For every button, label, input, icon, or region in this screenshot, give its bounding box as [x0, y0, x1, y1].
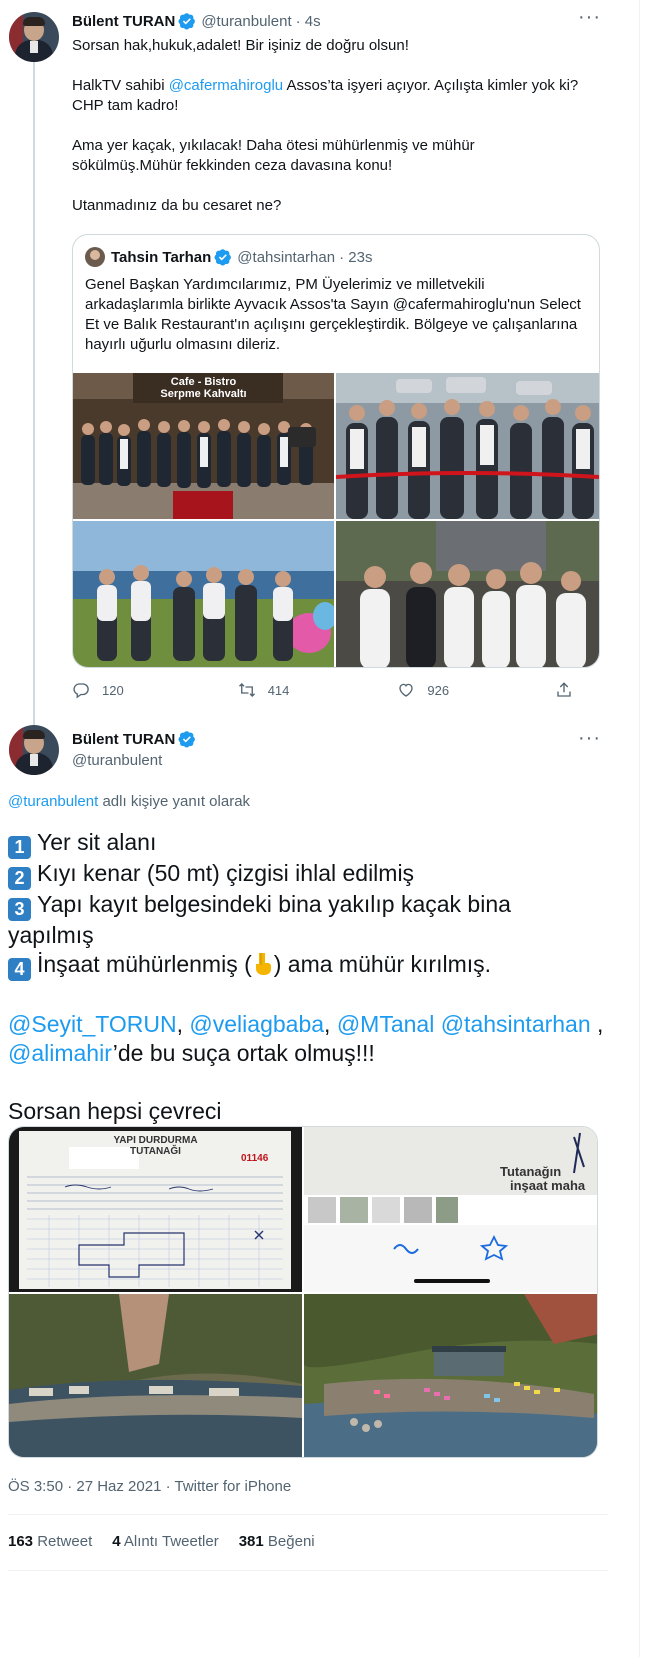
share-button[interactable]: [555, 681, 585, 699]
heart-icon: [399, 683, 414, 697]
thread-connector-line: [33, 62, 35, 758]
like-count: 926: [427, 682, 450, 698]
mention-link[interactable]: @MTanal: [337, 1011, 435, 1037]
divider: [8, 1514, 608, 1515]
author-name[interactable]: Bülent TURAN: [72, 13, 175, 30]
quote-tweets-stat[interactable]: 4 Alıntı Tweetler: [112, 1533, 218, 1550]
more-options-icon[interactable]: ···: [578, 6, 601, 29]
mention-link[interactable]: @cafermahiroglu: [169, 77, 283, 94]
mention-link[interactable]: @Seyit_TORUN: [8, 1011, 177, 1037]
quoted-tweet[interactable]: Tahsin Tarhan @tahsintarhan · 23s Genel …: [72, 234, 600, 668]
verified-badge-icon: [178, 13, 196, 30]
tweet-action-bar: 120 414 926: [72, 680, 571, 700]
retweet-icon: [238, 683, 255, 697]
like-button[interactable]: 926: [397, 681, 449, 699]
tweet-body: 1 Yer sit alanı 2 Kıyı kenar (50 mt) çizgi…: [8, 828, 628, 1126]
tweet-paragraph: Utanmadınız da bu cesaret ne?: [72, 197, 282, 214]
author-handle[interactable]: @turanbulent: [72, 752, 162, 769]
photo-aerial-beach-restaurant[interactable]: [304, 1294, 597, 1457]
quoted-author-handle: @tahsintarhan: [237, 248, 336, 266]
document-number: 01146: [241, 1153, 269, 1164]
retweet-button[interactable]: 414: [238, 681, 290, 699]
quoted-tweet-time: · 23s: [339, 248, 373, 266]
author-name[interactable]: Bülent TURAN: [72, 731, 175, 748]
photo-indoor-group[interactable]: [336, 521, 599, 667]
pointing-down-emoji-icon: [255, 953, 271, 975]
closing-line: Sorsan hepsi çevreci: [8, 1098, 222, 1124]
photo-group-at-cafe[interactable]: Cafe - Bistro Serpme Kahvaltı: [73, 373, 334, 519]
likes-stat[interactable]: 381 Beğeni: [239, 1533, 315, 1550]
tweet-paragraph: Ama yer kaçak, yıkılacak! Daha ötesi müh…: [72, 137, 475, 174]
quoted-media-grid: Cafe - Bistro Serpme Kahvaltı: [73, 373, 599, 667]
photo-aerial-hillside[interactable]: [9, 1294, 302, 1457]
tweet-paragraph: HalkTV sahibi @cafermahiroglu Assos’ta i…: [72, 77, 579, 114]
list-item: 1 Yer sit alanı: [8, 828, 628, 859]
photo-ribbon-cutting[interactable]: [336, 373, 599, 519]
mentions-line: @Seyit_TORUN, @veliagbaba, @MTanal @tahs…: [8, 1011, 604, 1066]
photo-phone-screenshot[interactable]: Tutanağın inşaat maha: [304, 1127, 597, 1292]
list-item: 3 Yapı kayıt belgesindeki bina yakılıp ka…: [8, 891, 511, 948]
tweet-media-grid: YAPI DURDURMA TUTANAĞI 01146 Tutanağın i…: [8, 1126, 598, 1458]
keycap-1-icon: 1: [8, 836, 31, 859]
tweet-timestamp[interactable]: ÖS 3:50 · 27 Haz 2021 · Twitter for iPho…: [8, 1478, 291, 1495]
verified-badge-icon: [214, 249, 232, 266]
photo-document-scan[interactable]: YAPI DURDURMA TUTANAĞI 01146: [9, 1127, 302, 1292]
retweets-stat[interactable]: 163 Retweet: [8, 1533, 92, 1550]
mention-link[interactable]: @tahsintarhan: [441, 1011, 591, 1037]
reply-count: 120: [102, 682, 124, 698]
retweet-count: 414: [267, 682, 290, 698]
screenshot-overlay-text: Tutanağın inşaat maha: [500, 1164, 586, 1193]
tweet-paragraph: Sorsan hak,hukuk,adalet! Bir işiniz de d…: [72, 37, 409, 54]
reply-to-mention[interactable]: @turanbulent: [8, 793, 98, 810]
verified-badge-icon: [178, 731, 196, 748]
more-options-icon[interactable]: ···: [578, 727, 601, 750]
mention-link[interactable]: @alimahir: [8, 1040, 113, 1066]
quoted-tweet-text: Genel Başkan Yardımcılarımız, PM Üyeleri…: [85, 276, 581, 353]
main-author-name-row: Bülent TURAN: [72, 730, 196, 748]
share-icon: [557, 682, 571, 697]
divider: [8, 1570, 608, 1571]
author-handle[interactable]: @turanbulent: [201, 13, 291, 30]
quoted-author-name: Tahsin Tarhan: [111, 248, 212, 266]
list-item: 4 İnşaat mühürlenmiş () ama mühür kırılmı…: [8, 950, 628, 981]
quoted-author-row: Tahsin Tarhan @tahsintarhan · 23s: [111, 248, 372, 266]
photo-seaside-group[interactable]: [73, 521, 334, 667]
mention-link[interactable]: @veliagbaba: [189, 1011, 324, 1037]
avatar[interactable]: [9, 725, 59, 775]
cafe-sign-text: Cafe - Bistro Serpme Kahvaltı: [160, 376, 247, 400]
avatar[interactable]: [9, 12, 59, 62]
keycap-4-icon: 4: [8, 958, 31, 981]
quoted-author-avatar: [85, 247, 105, 267]
tweet-time[interactable]: · 4s: [296, 13, 321, 30]
tweet-body: Sorsan hak,hukuk,adalet! Bir işiniz de d…: [72, 36, 612, 216]
list-item: 2 Kıyı kenar (50 mt) çizgisi ihlal edilmi…: [8, 859, 628, 890]
replying-to-label: @turanbulent adlı kişiye yanıt olarak: [8, 793, 251, 810]
reply-button[interactable]: 120: [72, 681, 124, 699]
tweet-thread-page: Bülent TURAN @turanbulent · 4s ··· Sorsa…: [0, 0, 640, 1657]
keycap-2-icon: 2: [8, 867, 31, 890]
keycap-3-icon: 3: [8, 898, 31, 921]
engagement-stats: 163 Retweet 4 Alıntı Tweetler 381 Beğeni: [8, 1533, 335, 1550]
reply-icon: [73, 683, 89, 699]
main-author-handle-row: @turanbulent: [72, 752, 162, 769]
tweet-author-row: Bülent TURAN @turanbulent · 4s: [72, 12, 321, 30]
